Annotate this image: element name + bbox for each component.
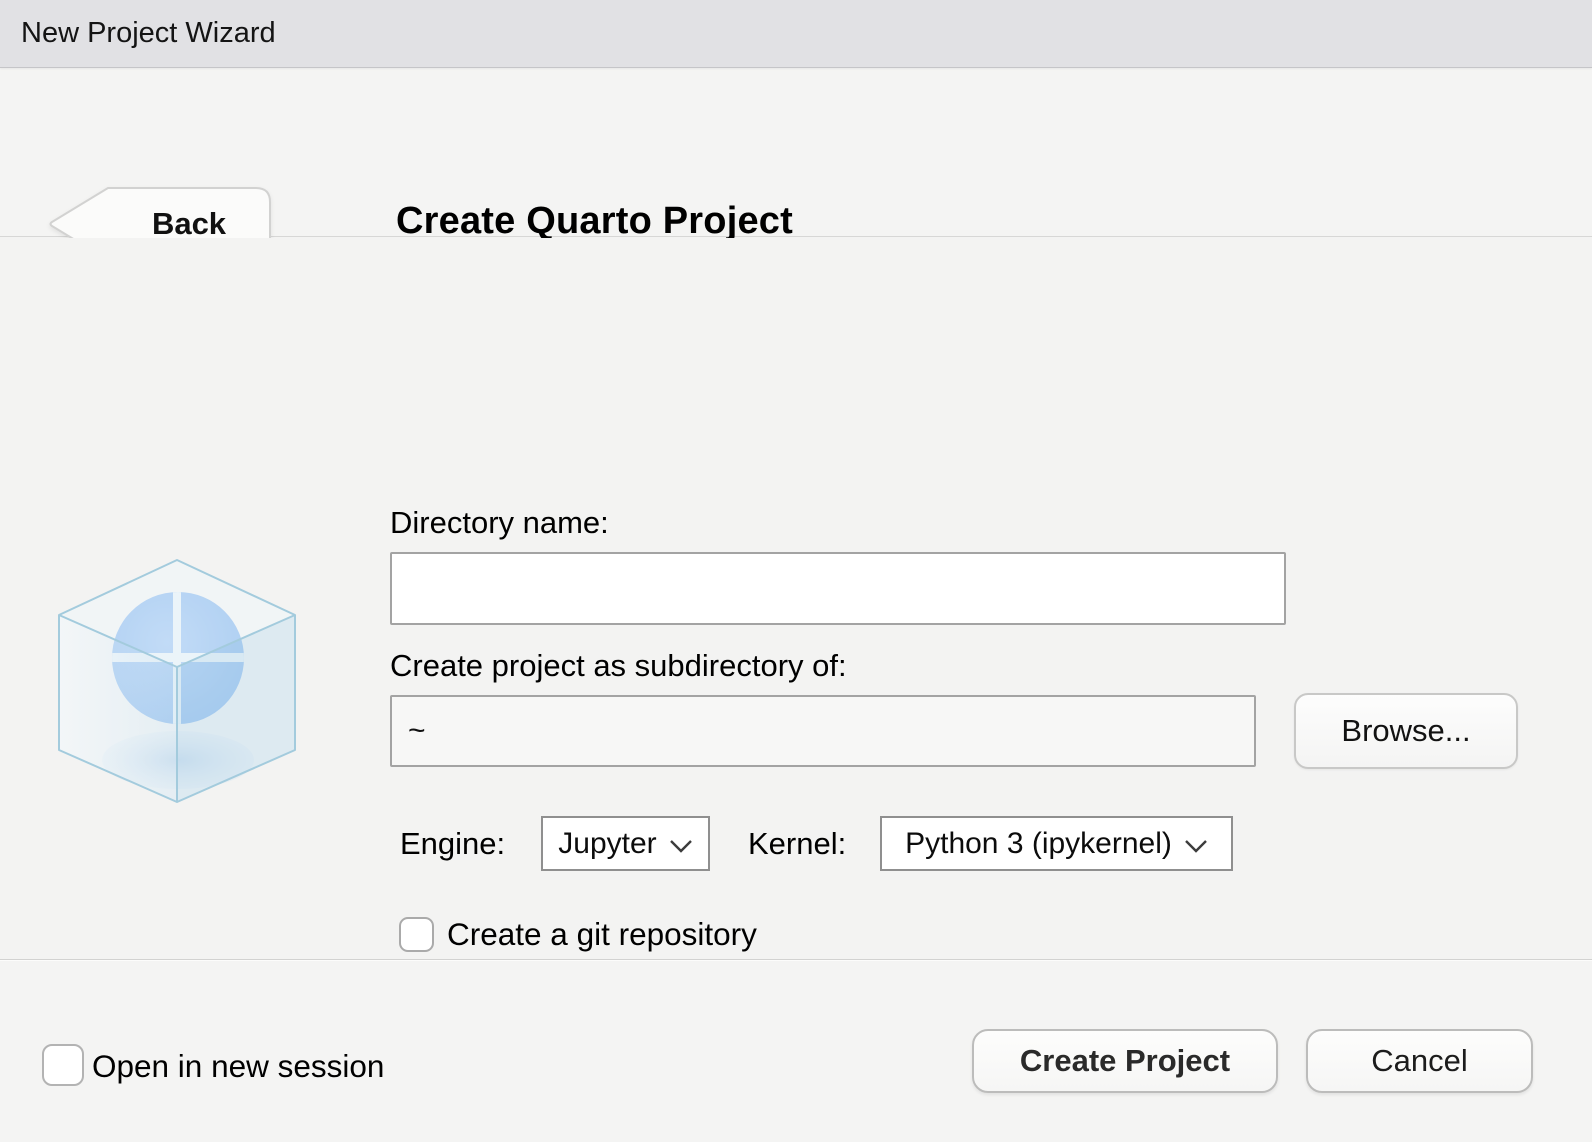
open-new-session-checkbox[interactable] bbox=[42, 1044, 84, 1086]
git-repository-label: Create a git repository bbox=[447, 916, 757, 953]
quarto-logo-icon bbox=[45, 554, 310, 806]
cancel-button[interactable]: Cancel bbox=[1306, 1029, 1533, 1093]
chevron-down-icon bbox=[1184, 838, 1208, 854]
subdirectory-input[interactable] bbox=[390, 695, 1256, 767]
git-repository-checkbox[interactable] bbox=[399, 917, 434, 952]
kernel-label: Kernel: bbox=[748, 826, 846, 862]
kernel-select-value: Python 3 (ipykernel) bbox=[905, 827, 1172, 861]
new-project-wizard-dialog: New Project Wizard Back Create Quarto Pr… bbox=[0, 0, 1592, 1142]
subdirectory-label: Create project as subdirectory of: bbox=[390, 648, 847, 684]
open-new-session-label: Open in new session bbox=[92, 1048, 384, 1085]
directory-name-label: Directory name: bbox=[390, 505, 609, 541]
wizard-header: Back Create Quarto Project bbox=[0, 69, 1592, 237]
browse-button[interactable]: Browse... bbox=[1294, 693, 1518, 769]
window-title: New Project Wizard bbox=[21, 17, 276, 50]
directory-name-input[interactable] bbox=[390, 552, 1286, 625]
create-project-button[interactable]: Create Project bbox=[972, 1029, 1278, 1093]
chevron-down-icon bbox=[669, 838, 693, 854]
engine-select[interactable]: Jupyter bbox=[541, 816, 710, 871]
window-titlebar: New Project Wizard bbox=[0, 0, 1592, 68]
page-title: Create Quarto Project bbox=[396, 200, 793, 243]
wizard-body: Directory name: Create project as subdir… bbox=[0, 238, 1592, 959]
kernel-select[interactable]: Python 3 (ipykernel) bbox=[880, 816, 1233, 871]
engine-label: Engine: bbox=[400, 826, 505, 862]
engine-select-value: Jupyter bbox=[558, 827, 656, 861]
